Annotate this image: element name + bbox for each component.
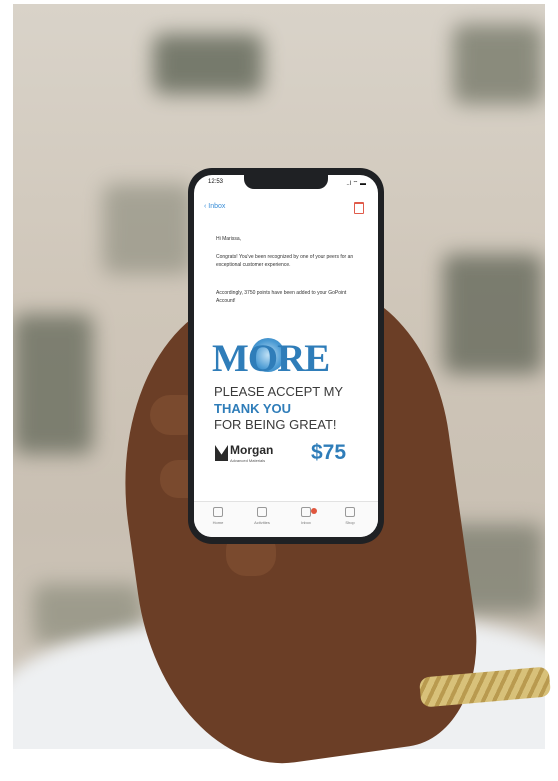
message-para-1: Congrats! You've been recognized by one … <box>216 254 354 268</box>
status-time: 12:53 <box>208 179 224 185</box>
banner-line-2: THANK YOU <box>214 401 292 416</box>
tab-bar: Home Activities Inbox Shop <box>194 501 378 537</box>
home-icon <box>213 507 223 517</box>
reward-amount: $75 <box>311 441 347 464</box>
tab-shop[interactable]: Shop <box>332 507 368 525</box>
tab-label: Activities <box>254 520 270 525</box>
message-para-2: Accordingly, 3750 points have been added… <box>216 290 347 304</box>
back-label: Inbox <box>208 203 226 210</box>
cart-icon <box>345 507 355 517</box>
window-blur <box>103 184 193 274</box>
company-subtitle: Advanced Materials <box>230 458 266 463</box>
notification-badge <box>311 508 317 514</box>
phone-screen: 12:53 ..l ⌔ ▬ ‹ Inbox Hi Marissa, Congra… <box>194 175 378 537</box>
banner-line-3: FOR BEING GREAT! <box>214 417 337 432</box>
window-blur <box>153 34 263 94</box>
tab-label: Inbox <box>301 520 311 525</box>
trash-icon[interactable] <box>354 202 364 214</box>
back-button[interactable]: ‹ Inbox <box>204 203 225 210</box>
tab-activities[interactable]: Activities <box>244 507 280 525</box>
tab-home[interactable]: Home <box>200 507 236 525</box>
notch <box>244 175 328 189</box>
morgan-logo-icon <box>215 445 228 461</box>
tab-inbox[interactable]: Inbox <box>288 507 324 525</box>
window-blur <box>453 24 543 104</box>
inbox-icon <box>301 507 311 517</box>
more-logo: MORE <box>212 337 330 380</box>
window-blur <box>13 314 93 454</box>
tab-label: Home <box>212 520 224 525</box>
window-blur <box>443 254 543 374</box>
banner-line-1: PLEASE ACCEPT MY <box>214 384 344 399</box>
company-name: Morgan <box>230 443 274 457</box>
tab-label: Shop <box>345 520 355 525</box>
trophy-icon <box>257 507 267 517</box>
status-icons: ..l ⌔ ▬ <box>346 181 366 187</box>
greeting: Hi Marissa, <box>216 236 242 242</box>
